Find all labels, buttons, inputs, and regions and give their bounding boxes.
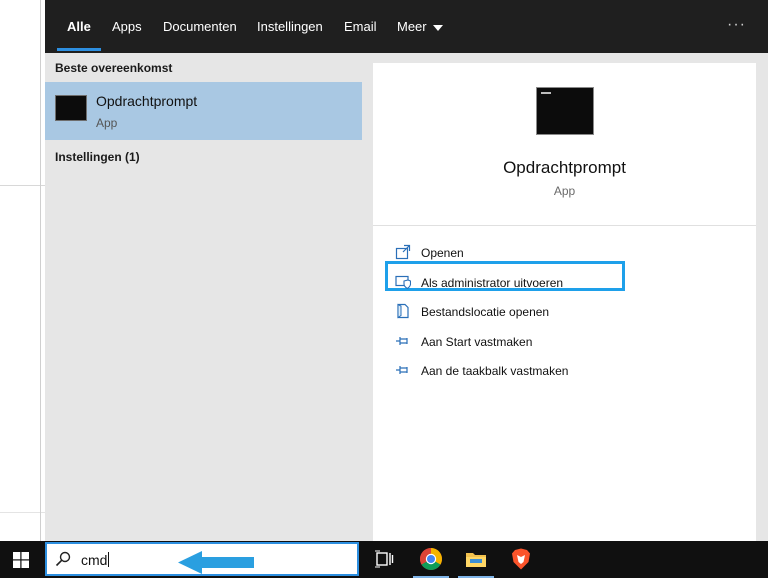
detail-panel: Opdrachtprompt App Openen Als administra…	[373, 63, 756, 541]
text-cursor	[108, 552, 110, 567]
tab-instellingen[interactable]: Instellingen	[257, 0, 323, 53]
search-icon	[55, 551, 71, 567]
search-query: cmd	[81, 552, 108, 568]
result-subtitle: App	[96, 116, 118, 130]
taskbar-search-box[interactable]: cmd	[45, 542, 359, 576]
caret-down-icon	[432, 24, 443, 31]
brave-icon[interactable]	[509, 547, 533, 571]
background-divider	[0, 185, 45, 186]
action-label: Bestandslocatie openen	[421, 305, 550, 319]
tab-email[interactable]: Email	[344, 0, 377, 53]
search-flyout: Alle Apps Documenten Instellingen Email …	[45, 0, 768, 541]
open-icon	[395, 244, 411, 260]
annotation-arrow-icon	[178, 551, 254, 574]
chrome-icon[interactable]	[419, 547, 443, 571]
search-filter-bar: Alle Apps Documenten Instellingen Email …	[45, 0, 768, 53]
tab-meer-label: Meer	[397, 19, 427, 34]
detail-subtitle: App	[553, 184, 576, 198]
results-list: Beste overeenkomst Opdrachtprompt App In…	[45, 53, 362, 541]
search-input[interactable]: cmd	[81, 552, 110, 568]
background-divider	[40, 0, 41, 541]
action-label: Aan Start vastmaken	[421, 335, 533, 349]
run-as-admin-icon	[395, 275, 411, 290]
detail-title: Opdrachtprompt	[503, 158, 626, 177]
tab-alle[interactable]: Alle	[57, 0, 101, 53]
best-match-result[interactable]: Opdrachtprompt App	[45, 82, 362, 140]
action-label: Als administrator uitvoeren	[421, 276, 564, 290]
result-title: Opdrachtprompt	[96, 93, 198, 109]
pin-icon	[396, 337, 408, 345]
more-options-icon[interactable]: ···	[727, 0, 746, 53]
divider	[373, 225, 756, 226]
terminal-icon	[536, 87, 594, 135]
tab-meer[interactable]: Meer	[397, 0, 443, 53]
settings-section-header[interactable]: Instellingen (1)	[55, 150, 140, 164]
terminal-icon	[55, 95, 87, 121]
best-match-header: Beste overeenkomst	[55, 61, 173, 75]
tab-documenten[interactable]: Documenten	[163, 0, 237, 53]
file-location-icon	[397, 303, 409, 319]
taskbar: cmd	[0, 541, 768, 578]
background-divider	[0, 512, 45, 513]
background-window	[0, 0, 45, 541]
windows-logo-icon[interactable]	[13, 552, 29, 568]
action-label: Aan de taakbalk vastmaken	[421, 364, 569, 378]
action-label: Openen	[421, 246, 464, 260]
file-explorer-icon[interactable]	[464, 547, 488, 571]
task-view-icon[interactable]	[372, 547, 396, 571]
pin-icon	[396, 366, 408, 374]
tab-apps[interactable]: Apps	[112, 0, 142, 53]
